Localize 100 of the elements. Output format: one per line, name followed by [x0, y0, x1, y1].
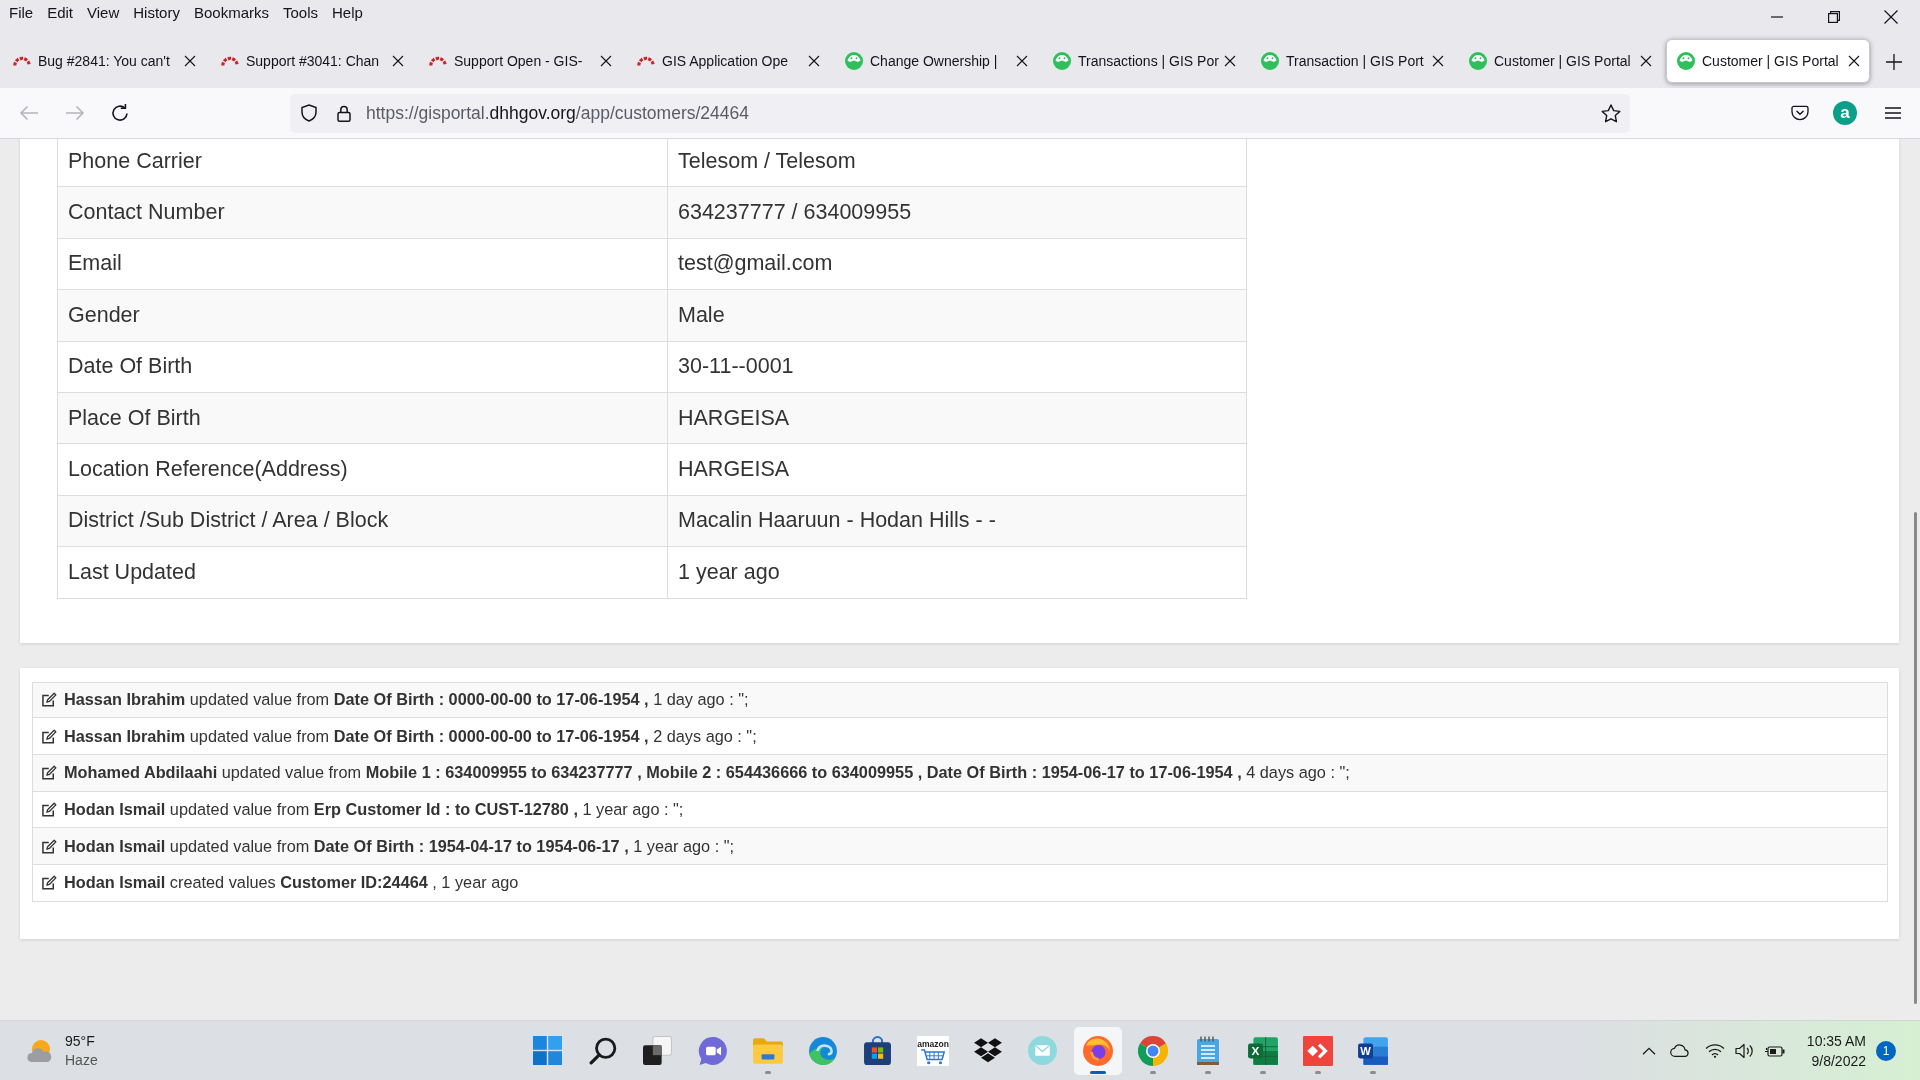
browser-tab[interactable]: Transaction | GIS Port [1250, 39, 1454, 83]
arch-icon [429, 56, 447, 66]
log-entry-text: Hassan Ibrahim updated value from Date Of Birth : 0000-00-00 to 17-06-1954 , 2 days ago : "; [64, 726, 757, 746]
mail-icon [1028, 1036, 1057, 1065]
circle-logo-icon [1053, 52, 1071, 70]
browser-tab[interactable]: Support Open - GIS- [418, 39, 622, 83]
menu-item[interactable]: Help [325, 3, 370, 23]
close-icon[interactable] [1884, 10, 1898, 24]
edit-icon [42, 765, 57, 781]
pocket-icon[interactable] [1791, 105, 1809, 121]
star-icon[interactable] [1601, 103, 1621, 123]
tab-close-icon[interactable] [392, 55, 404, 67]
label-cell: Date Of Birth [57, 341, 668, 393]
wifi-icon[interactable] [1704, 1043, 1725, 1058]
tab-close-icon[interactable] [1640, 55, 1652, 67]
value-cell: test@gmail.com [667, 238, 1247, 290]
value-cell: 30-11--0001 [667, 341, 1247, 393]
edit-icon [42, 728, 57, 744]
value-cell: 1 year ago [667, 546, 1247, 598]
tab-close-icon[interactable] [1016, 55, 1028, 67]
url-text: https://gisportal.dhhgov.org/app/customers/24464 [366, 102, 749, 124]
search-icon [588, 1036, 617, 1065]
menu-item[interactable]: File [2, 3, 41, 23]
label-cell: Email [57, 238, 668, 290]
clock-button[interactable]: 10:35 AM 9/8/2022 [1806, 1030, 1866, 1071]
store-bag-icon [863, 1036, 892, 1065]
taskbar-app-button[interactable]: amazon [908, 1026, 957, 1075]
edit-icon [42, 875, 57, 891]
sun-cloud-icon [26, 1038, 54, 1063]
label-cell: Gender [57, 289, 668, 342]
label-cell: Contact Number [57, 186, 668, 239]
label-cell: Place Of Birth [57, 392, 668, 444]
label-cell: Location Reference(Address) [57, 443, 668, 496]
notification-badge[interactable]: 1 [1876, 1040, 1896, 1061]
video-chat-icon [697, 1035, 728, 1066]
weather-widget[interactable]: 95°F Haze [26, 1031, 98, 1070]
menu-item[interactable]: History [126, 3, 187, 23]
edit-icon [42, 838, 57, 854]
browser-tab[interactable]: Customer | GIS Portal [1666, 39, 1870, 83]
lock-icon[interactable] [337, 104, 351, 122]
tab-close-icon[interactable] [184, 55, 196, 67]
box-icon [972, 1037, 1003, 1064]
chevron-up-icon[interactable] [1641, 1046, 1656, 1055]
circle-logo-icon [1677, 52, 1695, 70]
value-cell: Male [667, 289, 1247, 342]
label-cell: Phone Carrier [57, 139, 668, 187]
log-entry-text: Hodan Ismail created values Customer ID:24464 , 1 year ago [64, 873, 519, 893]
log-entry-text: Hodan Ismail updated value from Erp Customer Id : to CUST-12780 , 1 year ago : "; [64, 799, 684, 819]
edit-icon [42, 801, 57, 817]
log-entry-text: Hodan Ismail updated value from Date Of Birth : 1954-04-17 to 1954-06-17 , 1 year ago : "; [64, 836, 735, 856]
menu-item[interactable]: View [80, 3, 127, 23]
shield-icon[interactable] [301, 104, 317, 122]
log-entry-text: Mohamed Abdilaahi updated value from Mobile 1 : 634009955 to 634237777 , Mobile 2 : 654436666 to 634009955 , Date Of Birth : 1954-06-17 to 17-06-1954 , 4 days ago : "; [64, 763, 1350, 783]
fox-browser-icon [1082, 1035, 1113, 1066]
browser-tab[interactable]: Bug #2841: You can't [2, 39, 206, 83]
arch-icon [637, 56, 655, 66]
taskbar-app-button[interactable]: W [1348, 1026, 1397, 1075]
taskbar-app-button[interactable]: X [1238, 1026, 1287, 1075]
tab-close-icon[interactable] [1432, 55, 1444, 67]
edit-icon [42, 692, 57, 708]
cloud-icon[interactable] [1669, 1044, 1690, 1057]
folder-icon [751, 1036, 784, 1065]
tab-close-icon[interactable] [1224, 55, 1236, 67]
label-cell: Last Updated [57, 546, 668, 598]
tab-close-icon[interactable] [1848, 55, 1860, 67]
browser-tab[interactable]: Customer | GIS Portal [1458, 39, 1662, 83]
ring-browser-icon [1137, 1035, 1168, 1066]
reload-icon[interactable] [111, 104, 129, 122]
value-cell: HARGEISA [667, 443, 1247, 496]
task-view-icon [643, 1036, 672, 1065]
browser-tab[interactable]: Transactions | GIS Por [1042, 39, 1246, 83]
browser-tab[interactable]: GIS Application Ope [626, 39, 830, 83]
address-field[interactable]: https://gisportal.dhhgov.org/app/customers/24464 [290, 93, 1630, 133]
arch-icon [13, 56, 31, 66]
tab-close-icon[interactable] [600, 55, 612, 67]
wave-browser-icon [807, 1035, 838, 1066]
scrollbar-thumb[interactable] [1914, 512, 1917, 1004]
menu-item[interactable]: Tools [276, 3, 325, 23]
browser-tab[interactable]: Change Ownership | [834, 39, 1038, 83]
value-cell: Macalin Haaruun - Hodan Hills - - [667, 495, 1247, 547]
start-icon [533, 1036, 562, 1065]
menu-item[interactable]: Edit [40, 3, 81, 23]
restore-icon[interactable] [1828, 11, 1840, 23]
log-entry-text: Hassan Ibrahim updated value from Date Of Birth : 0000-00-00 to 17-06-1954 , 1 day ago : "; [64, 690, 749, 710]
menu-icon[interactable] [1885, 107, 1901, 119]
circle-logo-icon [1261, 52, 1279, 70]
speaker-icon[interactable] [1734, 1042, 1755, 1059]
value-cell: 634237777 / 634009955 [667, 186, 1247, 239]
menu-item[interactable]: Bookmarks [186, 3, 276, 23]
circle-logo-icon [1469, 52, 1487, 70]
battery-icon[interactable] [1764, 1043, 1785, 1058]
arch-icon [221, 56, 239, 66]
value-cell: Telesom / Telesom [667, 139, 1247, 187]
tab-close-icon[interactable] [808, 55, 820, 67]
label-cell: District /Sub District / Area / Block [57, 495, 668, 547]
cart-logo-icon: amazon [916, 1035, 949, 1066]
browser-tab[interactable]: Support #3041: Chan [210, 39, 414, 83]
circle-logo-icon [845, 52, 863, 70]
new-tab-icon[interactable] [1886, 54, 1902, 70]
value-cell: HARGEISA [667, 392, 1247, 444]
